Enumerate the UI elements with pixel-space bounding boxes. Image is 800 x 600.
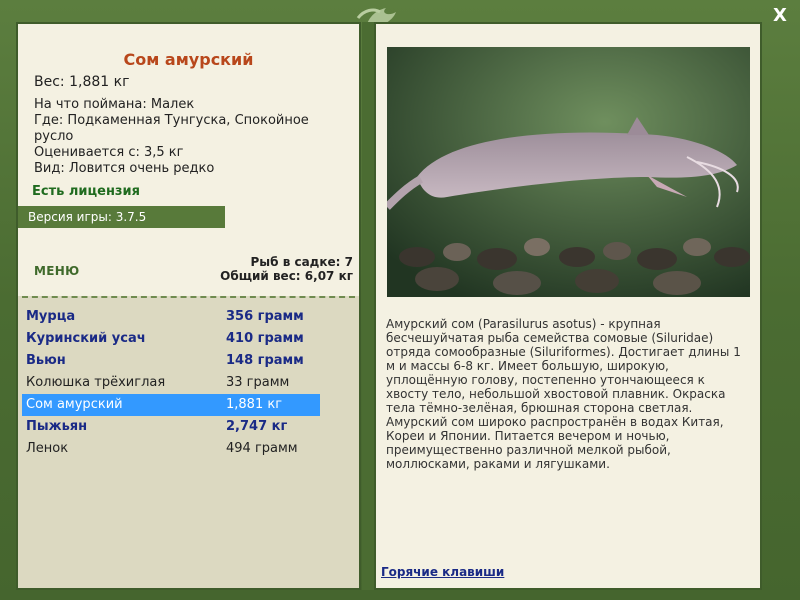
fish-count: Рыб в садке: 7 [250, 255, 354, 269]
catch-fish-weight: 33 грамм [226, 375, 290, 390]
catch-fish-name: Куринский усач [26, 331, 146, 346]
catch-fish-name: Колюшка трёхиглая [26, 375, 166, 390]
catch-list: Мурца 356 грамм Куринский усач 410 грамм Вью… [22, 306, 322, 460]
catch-fish-name: Ленок [26, 441, 69, 456]
fish-info-panel: Сом амурский Вес: 1,881 кг На что пойман… [16, 22, 361, 590]
menu-button[interactable]: МЕНЮ [34, 264, 79, 278]
version-bar: Версия игры: 3.7.5 [18, 206, 225, 228]
divider [22, 296, 355, 298]
fish-description: Амурский сом (Parasilurus asotus) - круп… [386, 317, 741, 471]
catch-list-item[interactable]: Вьюн 148 грамм [22, 350, 322, 372]
catch-list-item[interactable]: Ленок 494 грамм [22, 438, 322, 460]
panel-separator [362, 22, 374, 590]
catch-fish-weight: 1,881 кг [226, 397, 283, 412]
catfish-image-icon [387, 47, 750, 297]
catch-fish-weight: 410 грамм [226, 331, 304, 346]
fish-details-area: Сом амурский Вес: 1,881 кг На что пойман… [18, 24, 359, 296]
keep-net-info: Рыб в садке: 7 Общий вес: 6,07 кг [220, 255, 353, 283]
close-button[interactable]: X [770, 6, 790, 26]
fish-title: Сом амурский [123, 50, 254, 69]
catch-list-item[interactable]: Куринский усач 410 грамм [22, 328, 322, 350]
catch-fish-weight: 148 грамм [226, 353, 304, 368]
license-status: Есть лицензия [32, 184, 140, 199]
catch-fish-weight: 356 грамм [226, 309, 304, 324]
catch-fish-weight: 494 грамм [226, 441, 298, 456]
catch-fish-name: Мурца [26, 309, 76, 324]
fish-description-panel: Амурский сом (Parasilurus asotus) - круп… [374, 22, 762, 590]
catch-fish-weight: 2,747 кг [226, 419, 288, 434]
fish-weight: Вес: 1,881 кг [34, 74, 130, 90]
catch-list-item[interactable]: Мурца 356 грамм [22, 306, 322, 328]
fish-details: На что поймана: Малек Где: Подкаменная Т… [34, 97, 334, 177]
where: Где: Подкаменная Тунгуска, Спокойное рус… [34, 113, 309, 144]
hotkeys-link[interactable]: Горячие клавиши [381, 565, 504, 579]
valued: Оценивается с: 3,5 кг [34, 145, 184, 160]
kind: Вид: Ловится очень редко [34, 161, 215, 176]
catch-list-item[interactable]: Колюшка трёхиглая 33 грамм [22, 372, 322, 394]
catch-fish-name: Вьюн [26, 353, 66, 368]
catch-list-item[interactable]: Пыжьян 2,747 кг [22, 416, 322, 438]
catch-fish-name: Пыжьян [26, 419, 88, 434]
catch-list-item[interactable]: Сом амурский 1,881 кг [22, 394, 320, 416]
catch-fish-name: Сом амурский [26, 397, 123, 412]
total-weight: Общий вес: 6,07 кг [220, 269, 353, 283]
fish-photo [387, 47, 750, 297]
caught-on: На что поймана: Малек [34, 97, 195, 112]
